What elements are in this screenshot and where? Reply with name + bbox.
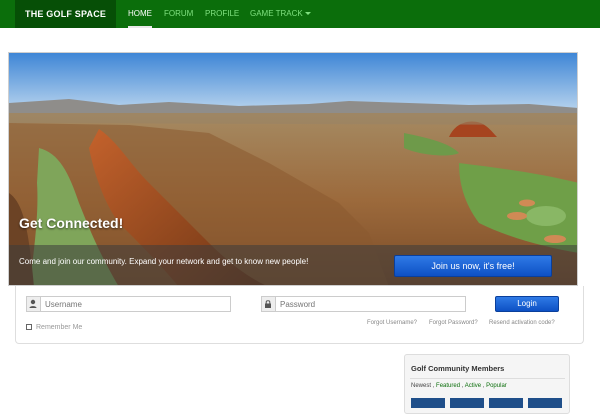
nav-game-track-label: GAME TRACK bbox=[250, 9, 303, 18]
nav-game-track[interactable]: GAME TRACK bbox=[250, 0, 311, 28]
username-input[interactable] bbox=[40, 296, 231, 312]
chevron-down-icon bbox=[304, 12, 311, 16]
filter-newest[interactable]: Newest bbox=[411, 383, 431, 389]
members-title: Golf Community Members bbox=[411, 364, 505, 373]
remember-me-label: Remember Me bbox=[36, 324, 83, 331]
login-panel: Login Remember Me Forgot Username? Forgo… bbox=[15, 286, 584, 344]
join-now-button[interactable]: Join us now, it's free! bbox=[394, 255, 552, 277]
nav-profile[interactable]: PROFILE bbox=[205, 0, 239, 28]
user-icon bbox=[26, 296, 40, 312]
community-members-widget: Golf Community Members Newest , Featured… bbox=[404, 354, 570, 414]
resend-activation-link[interactable]: Resend activation code? bbox=[489, 320, 555, 326]
lock-icon bbox=[261, 296, 275, 312]
filter-featured[interactable]: Featured bbox=[436, 383, 460, 389]
remember-me-checkbox[interactable] bbox=[26, 324, 32, 331]
nav-forum[interactable]: FORUM bbox=[164, 0, 193, 28]
top-navbar: THE GOLF SPACE HOME FORUM PROFILE GAME T… bbox=[0, 0, 600, 28]
nav-home[interactable]: HOME bbox=[128, 0, 152, 28]
brand-logo[interactable]: THE GOLF SPACE bbox=[15, 0, 117, 28]
divider bbox=[410, 378, 565, 379]
password-input[interactable] bbox=[275, 296, 466, 312]
hero-title: Get Connected! bbox=[19, 215, 124, 231]
forgot-password-link[interactable]: Forgot Password? bbox=[429, 320, 478, 326]
filter-popular[interactable]: Popular bbox=[486, 383, 507, 389]
filter-active[interactable]: Active bbox=[465, 383, 481, 389]
remember-me[interactable]: Remember Me bbox=[26, 324, 82, 331]
member-filters: Newest , Featured , Active , Popular bbox=[411, 383, 507, 389]
login-button[interactable]: Login bbox=[495, 296, 559, 312]
hero-subtitle: Come and join our community. Expand your… bbox=[19, 257, 309, 266]
forgot-username-link[interactable]: Forgot Username? bbox=[367, 320, 417, 326]
hero-banner: Get Connected! Come and join our communi… bbox=[8, 52, 578, 286]
